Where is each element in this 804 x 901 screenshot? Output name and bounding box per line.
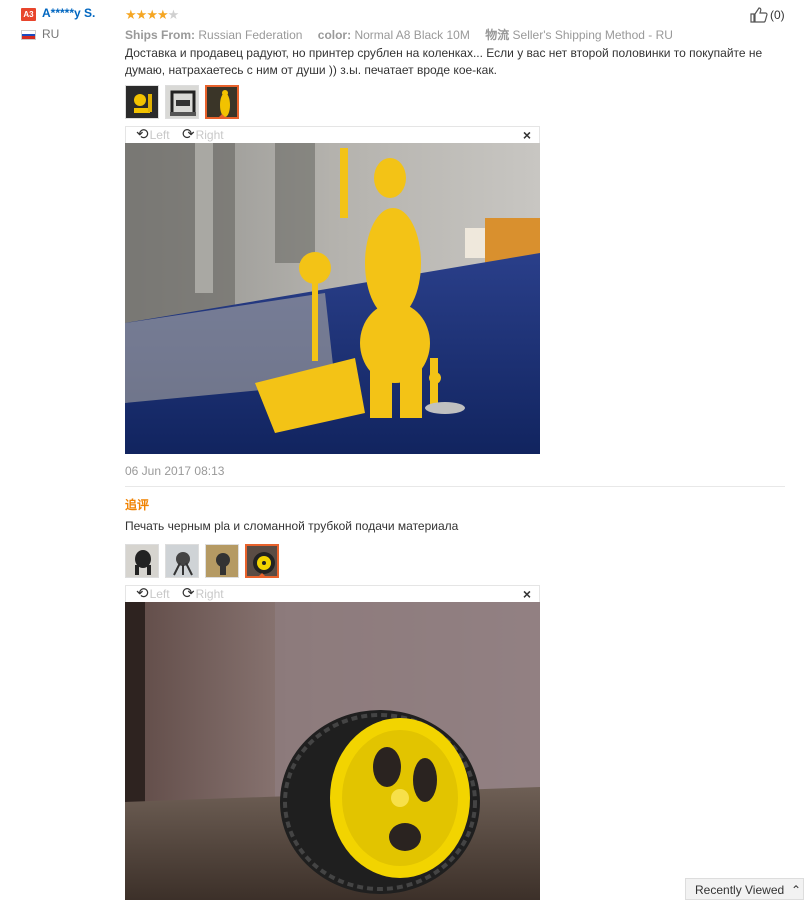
followup-photo-thumb[interactable]: [165, 544, 199, 578]
review-photo-thumb[interactable]: [125, 85, 159, 119]
star-icon: ★: [146, 7, 158, 22]
photo-viewer-toolbar: ⟲ Left ⟳ Right ×: [125, 585, 540, 602]
rotate-left-icon: ⟲: [136, 126, 149, 143]
divider: [125, 486, 785, 487]
review-text: Доставка и продавец радуют, но принтер с…: [125, 46, 763, 77]
star-empty-icon: ★: [167, 7, 180, 22]
recently-viewed-label: Recently Viewed: [695, 883, 785, 897]
rotate-right-icon: ⟳: [182, 126, 195, 143]
recently-viewed-tab[interactable]: Recently Viewed ⌃: [685, 878, 804, 900]
rotate-right-label: Right: [195, 586, 224, 601]
review-date: 06 Jun 2017 08:13: [125, 464, 225, 478]
followup-text: Печать черным pla и сломанной трубкой по…: [125, 519, 459, 533]
followup-photo-thumb[interactable]: [125, 544, 159, 578]
star-icon: ★: [135, 7, 148, 22]
review-photo-large: [125, 143, 540, 454]
helpful-button[interactable]: (0): [750, 7, 785, 23]
star-icon: ★: [156, 7, 169, 22]
close-icon[interactable]: ×: [523, 586, 531, 602]
followup-thumbnails: [125, 544, 279, 578]
rotate-right-label: Right: [195, 127, 224, 142]
review-thumbnails: [125, 85, 239, 119]
review-photo-thumb-selected[interactable]: [205, 85, 239, 119]
user-level-badge: A3: [21, 8, 36, 21]
rotate-right-icon: ⟳: [182, 585, 195, 602]
close-icon[interactable]: ×: [523, 127, 531, 143]
review-photo-thumb[interactable]: [165, 85, 199, 119]
russia-flag-icon: [21, 30, 36, 40]
reviewer-country: RU: [42, 27, 60, 41]
rotate-left-button[interactable]: ⟲ Left: [136, 586, 170, 601]
rating-stars: ★★★★★: [125, 7, 180, 23]
shipping-value: Seller's Shipping Method - RU: [512, 28, 673, 42]
rotate-left-label: Left: [149, 586, 170, 601]
followup-photo-thumb[interactable]: [205, 544, 239, 578]
star-icon: ★: [125, 7, 137, 22]
chevron-up-icon: ⌃: [790, 883, 801, 897]
photo-viewer-toolbar: ⟲ Left ⟳ Right ×: [125, 126, 540, 143]
helpful-count: (0): [770, 8, 785, 22]
followup-label: 追评: [125, 498, 150, 512]
ships-from-value: Russian Federation: [198, 28, 303, 42]
ships-from-label: Ships From:: [125, 28, 196, 42]
color-label: color:: [317, 28, 352, 42]
rotate-left-icon: ⟲: [136, 585, 149, 602]
rotate-left-label: Left: [149, 127, 170, 142]
shipping-label: 物流: [485, 28, 510, 42]
review-meta: Ships From: Russian Federation color: No…: [125, 26, 685, 43]
rotate-right-button[interactable]: ⟳ Right: [182, 127, 224, 142]
rotate-left-button[interactable]: ⟲ Left: [136, 127, 170, 142]
followup-photo-thumb-selected[interactable]: [245, 544, 279, 578]
thumbs-up-icon: [750, 7, 768, 23]
followup-photo-large: [125, 602, 540, 900]
reviewer-name[interactable]: A*****y S.: [42, 6, 95, 20]
color-value: Normal A8 Black 10M: [354, 28, 470, 42]
rotate-right-button[interactable]: ⟳ Right: [182, 586, 224, 601]
